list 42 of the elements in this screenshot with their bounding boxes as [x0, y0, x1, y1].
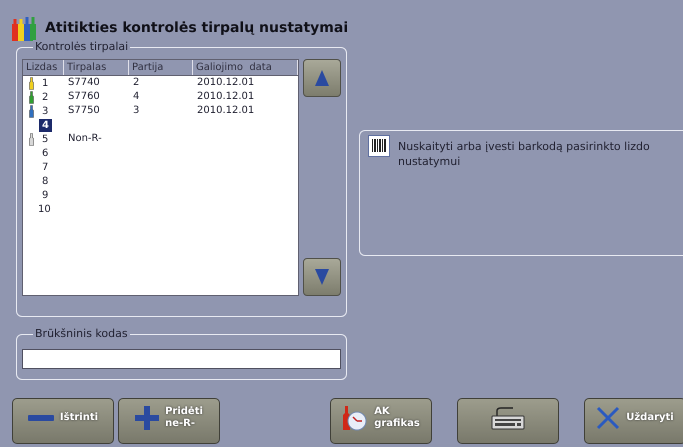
add-button[interactable]: Pridėti ne-R- [118, 398, 220, 444]
instruction-text: Nuskaityti arba įvesti barkodą pasirinkto lizdo nustatymui [398, 139, 651, 170]
scroll-down-button[interactable] [303, 258, 341, 296]
lot-cell: 2 [133, 76, 140, 90]
date-cell: 2010.12.01 [197, 104, 254, 118]
barcode-icon [368, 135, 390, 157]
slot-number[interactable]: 3 [39, 104, 52, 118]
window-title: Atitikties kontrolės tirpalų nustatymai [45, 20, 348, 37]
solution-cell: S7740 [68, 76, 100, 90]
group-legend: Kontrolės tirpalai [33, 40, 130, 54]
solution-cell: S7760 [68, 90, 100, 104]
chart-button[interactable]: AK grafikas [330, 398, 432, 444]
up-arrow-icon [314, 69, 330, 87]
slot-number[interactable]: 2 [39, 90, 52, 104]
column-header: Tirpalas [64, 60, 129, 75]
vial-clock-icon [342, 405, 368, 431]
slot-number[interactable]: 1 [39, 76, 52, 90]
keyboard-button[interactable] [457, 398, 559, 444]
date-cell: 2010.12.01 [197, 90, 254, 104]
minus-icon [28, 415, 54, 421]
barcode-input-field[interactable] [22, 349, 341, 369]
slot-number[interactable]: 5 [39, 132, 52, 146]
scroll-up-button[interactable] [303, 59, 341, 97]
lot-cell: 3 [133, 104, 140, 118]
slot-number[interactable]: 6 [39, 146, 52, 160]
slot-number[interactable]: 8 [39, 174, 52, 188]
keyboard-icon [491, 406, 525, 430]
slot-number[interactable]: 7 [39, 160, 52, 174]
plus-icon [135, 406, 160, 430]
slot-number[interactable]: 4 [39, 118, 52, 132]
column-header: Galiojimo data [193, 60, 298, 75]
slot-number[interactable]: 10 [35, 202, 54, 216]
column-header: Lizdas [23, 60, 64, 75]
close-icon [596, 406, 620, 430]
vials-icon [11, 16, 37, 42]
slot-number[interactable]: 9 [39, 188, 52, 202]
lot-cell: 4 [133, 90, 140, 104]
column-header: Partija [129, 60, 193, 75]
date-cell: 2010.12.01 [197, 76, 254, 90]
solution-cell: Non-R- [68, 132, 102, 146]
down-arrow-icon [314, 268, 330, 286]
solution-cell: S7750 [68, 104, 100, 118]
